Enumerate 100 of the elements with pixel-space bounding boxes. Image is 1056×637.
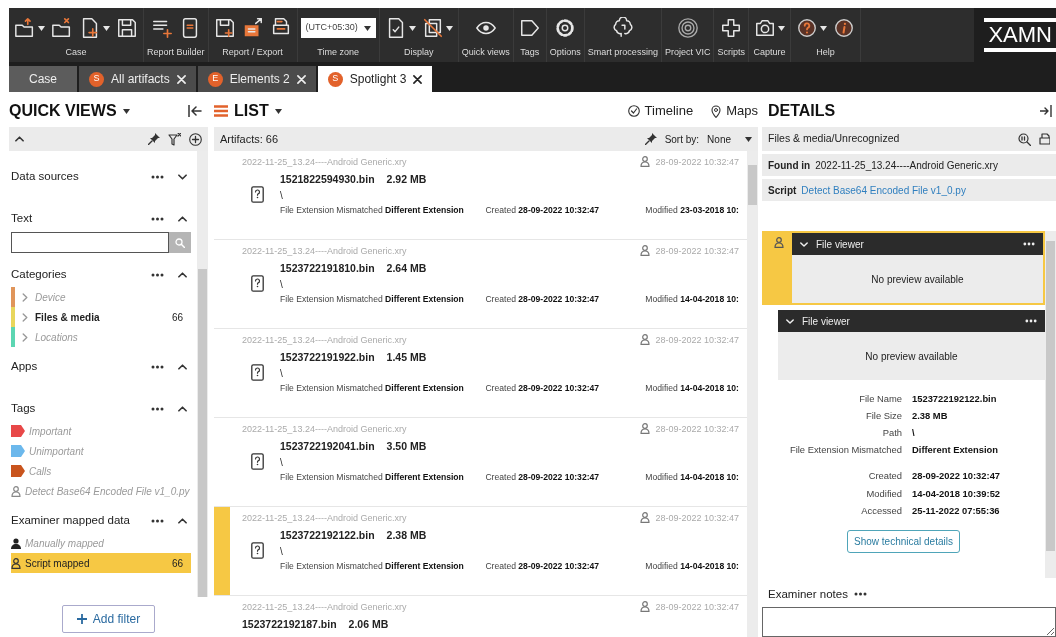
- person-icon: [640, 156, 651, 168]
- field-text: Created 28-09-2022 10:32:47: [485, 381, 601, 395]
- field-text: Modified 14-04-2018 10:: [645, 381, 739, 395]
- caret-icon[interactable]: [819, 25, 827, 31]
- field-text: File Extension Mismatched Different Extension: [280, 470, 465, 484]
- property-value: 1523722192122.bin: [912, 392, 998, 406]
- pin-icon[interactable]: [148, 133, 160, 145]
- caret-icon[interactable]: [274, 108, 282, 114]
- pin-icon[interactable]: [644, 133, 657, 145]
- group-label: Project VIC: [664, 45, 711, 59]
- unknown-file-icon: [250, 453, 264, 470]
- file-size: 3.50 MB: [386, 438, 427, 454]
- script-link[interactable]: Detect Base64 Encoded File v1_0.py: [801, 182, 966, 198]
- person-icon: [640, 512, 651, 524]
- count: 66: [171, 556, 183, 571]
- search-field[interactable]: [11, 232, 169, 253]
- field-text: File Extension Mismatched Different Extension: [280, 292, 465, 306]
- camera-icon[interactable]: [753, 17, 776, 39]
- field-text: File Extension Mismatched Different Extension: [280, 203, 465, 217]
- filter-label: Important: [29, 424, 73, 439]
- caret-icon[interactable]: [38, 25, 45, 31]
- collapse-icon[interactable]: [188, 105, 202, 117]
- scrollbar[interactable]: [1045, 231, 1056, 578]
- clock-icon: [627, 105, 640, 117]
- date-text: 28-09-2022 10:32:47: [640, 334, 739, 348]
- file-path: \: [280, 278, 284, 291]
- caret-icon[interactable]: [122, 108, 130, 114]
- list-row[interactable]: 2022-11-25_13.24----Android Generic.xry 28-09-2022 10:32:47 1523722192122.bin 2.38 MB \ File Extension Mismatched Different Extension Created 28-09-2022 10:32:47 Modified 14-04-2018 10:: [214, 507, 747, 596]
- file-size: 1.45 MB: [386, 349, 427, 365]
- file-name: 1523722191810.bin: [280, 260, 375, 276]
- more-icon[interactable]: [151, 175, 164, 179]
- property-value: 25-11-2022 07:55:36: [912, 503, 1001, 518]
- field-text: Modified 23-03-2018 10:: [645, 203, 739, 217]
- section-title: Text: [11, 211, 34, 227]
- filter-label: Locations: [35, 330, 79, 345]
- caret-icon[interactable]: [445, 25, 453, 31]
- file-name: 1523722192122.bin: [280, 527, 375, 543]
- filter-label: Calls: [29, 464, 53, 479]
- sort-label: Sort by:: [664, 132, 700, 147]
- chevron-up-icon[interactable]: [178, 518, 187, 524]
- filter-item[interactable]: Script mapped 66: [11, 553, 191, 573]
- caret-icon[interactable]: [103, 25, 110, 31]
- more-icon[interactable]: [853, 592, 867, 597]
- caret-icon[interactable]: [777, 25, 785, 31]
- filter-label: Device: [35, 290, 67, 305]
- more-icon[interactable]: [151, 365, 164, 369]
- chevron-up-icon[interactable]: [178, 364, 187, 370]
- chevron-up-icon[interactable]: [178, 272, 187, 278]
- tab[interactable]: S All artifacts: [79, 66, 196, 92]
- collapse-all-icon[interactable]: [15, 136, 24, 142]
- print-icon[interactable]: [1039, 132, 1050, 146]
- more-icon[interactable]: [151, 273, 164, 277]
- property-value: 14-04-2018 10:39:52: [912, 486, 1002, 501]
- caret-icon[interactable]: [745, 136, 752, 142]
- field-text: Modified 14-04-2018 10:: [645, 470, 739, 484]
- category-path: Files & media/Unrecognized: [768, 131, 900, 147]
- viewer-title: File viewer: [802, 314, 851, 329]
- hex-view-icon[interactable]: [1018, 132, 1031, 146]
- sort-dropdown[interactable]: None: [707, 131, 752, 147]
- filter-clear-icon[interactable]: [168, 132, 181, 146]
- more-icon[interactable]: [151, 217, 164, 221]
- help-icon[interactable]: [795, 17, 818, 39]
- expand-icon[interactable]: [1040, 105, 1052, 117]
- tab[interactable]: S Spotlight 3: [317, 66, 433, 92]
- tab[interactable]: Case: [9, 66, 77, 92]
- viewer-panel[interactable]: File viewer No preview available: [762, 231, 1045, 305]
- scrollbar[interactable]: [197, 151, 208, 597]
- copy-icon[interactable]: [421, 17, 444, 39]
- source-text: 2022-11-25_13.24----Android Generic.xry: [242, 423, 407, 437]
- time-zone-select[interactable]: (UTC+05:30): [300, 18, 376, 38]
- filter-label: Script mapped: [25, 556, 91, 571]
- group-label: Smart processing: [587, 45, 658, 59]
- more-icon[interactable]: [151, 407, 164, 411]
- date-text: 28-09-2022 10:32:47: [640, 156, 739, 170]
- viewer-panel[interactable]: File viewer No preview available: [778, 310, 1045, 380]
- filter-item[interactable]: Files & media 66: [11, 307, 191, 327]
- view-link[interactable]: Maps: [711, 101, 758, 121]
- caret-icon[interactable]: [363, 25, 371, 31]
- filter-label: Files & media: [35, 310, 101, 325]
- add-filter-button[interactable]: Add filter: [61, 605, 156, 633]
- add-icon[interactable]: [189, 132, 202, 146]
- group-label: Quick views: [461, 45, 510, 59]
- more-icon[interactable]: [1023, 242, 1035, 246]
- chevron-up-icon[interactable]: [178, 406, 187, 412]
- more-icon[interactable]: [151, 519, 164, 523]
- more-icon[interactable]: [1025, 319, 1037, 323]
- technical-details-button[interactable]: Show technical details: [847, 529, 960, 553]
- chevron-down-icon[interactable]: [178, 174, 187, 180]
- person-icon: [774, 237, 784, 248]
- caret-icon[interactable]: [408, 25, 416, 31]
- source-text: 2022-11-25_13.24----Android Generic.xry: [242, 245, 407, 259]
- list-icon[interactable]: [214, 105, 228, 117]
- tab[interactable]: E Elements 2: [197, 66, 316, 92]
- notes-field[interactable]: [762, 607, 1056, 637]
- close-icon[interactable]: [413, 74, 423, 84]
- folder-upload-icon[interactable]: [14, 17, 36, 39]
- chevron-up-icon[interactable]: [178, 216, 187, 222]
- preview-message: No preview available: [864, 349, 959, 364]
- scrollbar[interactable]: [747, 151, 758, 637]
- view-link[interactable]: Timeline: [627, 101, 694, 121]
